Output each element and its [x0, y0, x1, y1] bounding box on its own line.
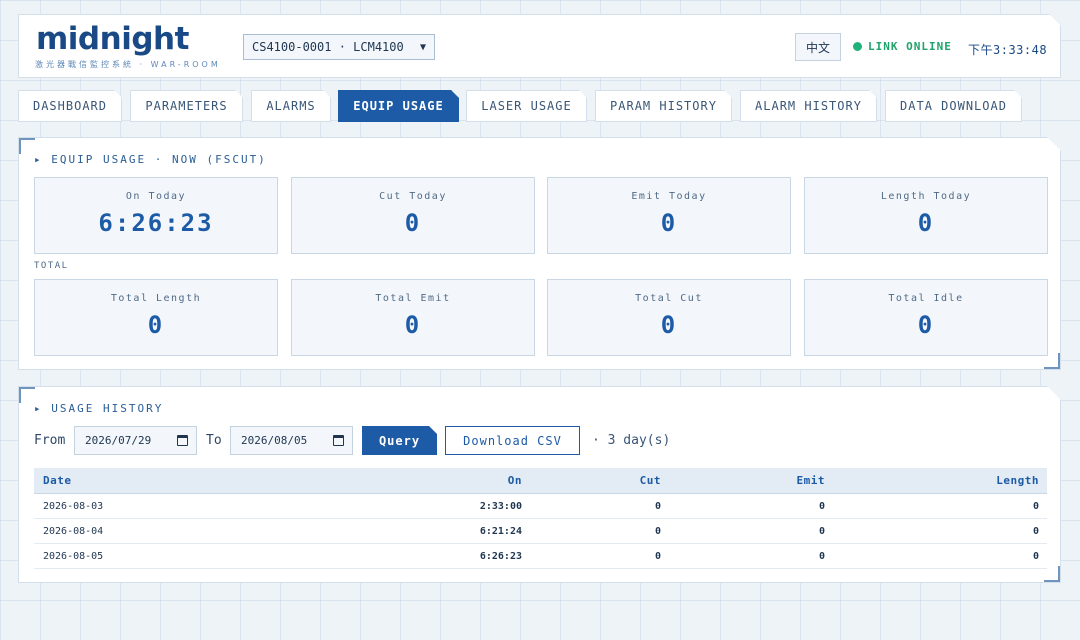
tab-dashboard[interactable]: DASHBOARD: [18, 90, 122, 122]
cell-emit: 0: [818, 500, 825, 512]
card-value: 0: [917, 209, 935, 237]
card-label: Total Cut: [635, 293, 703, 304]
app-subtitle: 激光器戰信監控系統 · WAR-ROOM: [35, 60, 221, 69]
cell-date: 2026-08-04: [43, 525, 104, 537]
cell-cut: 0: [654, 500, 661, 512]
app-header: midnight 激光器戰信監控系統 · WAR-ROOM CS4100-000…: [18, 14, 1061, 78]
query-button[interactable]: Query: [362, 426, 437, 455]
card-value: 0: [147, 311, 165, 339]
column-header-on: On: [507, 474, 522, 487]
tab-param-history[interactable]: PARAM HISTORY: [595, 90, 732, 122]
tab-parameters[interactable]: PARAMETERS: [130, 90, 243, 122]
card-total-cut: Total Cut 0: [547, 279, 791, 356]
card-label: Total Emit: [375, 293, 451, 304]
card-label: Total Idle: [888, 293, 964, 304]
usage-history-table: Date On Cut Emit Length 2026-08-03 2:33:…: [34, 468, 1047, 569]
clock: 下午3:33:48: [968, 43, 1048, 57]
calendar-icon[interactable]: [177, 435, 188, 446]
table-header: Date On Cut Emit Length: [34, 468, 1047, 494]
to-date-input[interactable]: 2026/08/05: [230, 426, 353, 455]
card-label: Cut Today: [379, 191, 447, 202]
panel-corner: [19, 387, 35, 403]
card-on-today: On Today 6:26:23: [34, 177, 278, 254]
tab-laser-usage[interactable]: LASER USAGE: [466, 90, 587, 122]
cell-emit: 0: [818, 550, 825, 562]
card-value: 0: [660, 209, 678, 237]
cell-on: 2:33:00: [479, 500, 522, 512]
panel-corner: [19, 138, 35, 154]
from-date-value: 2026/07/29: [85, 434, 152, 447]
card-total-idle: Total Idle 0: [804, 279, 1048, 356]
tab-alarm-history[interactable]: ALARM HISTORY: [740, 90, 877, 122]
cell-length: 0: [1032, 550, 1039, 562]
card-value: 0: [660, 311, 678, 339]
cell-on: 6:21:24: [479, 525, 522, 537]
usage-now-panel: ▸ EQUIP USAGE · NOW (FSCUT) On Today 6:2…: [18, 137, 1061, 370]
column-header-cut: Cut: [639, 474, 661, 487]
card-total-length: Total Length 0: [34, 279, 278, 356]
card-total-emit: Total Emit 0: [291, 279, 535, 356]
tab-data-download[interactable]: DATA DOWNLOAD: [885, 90, 1022, 122]
to-label: To: [206, 433, 222, 448]
cell-length: 0: [1032, 500, 1039, 512]
card-cut-today: Cut Today 0: [291, 177, 535, 254]
card-label: Length Today: [880, 191, 972, 202]
cell-cut: 0: [654, 550, 661, 562]
card-value: 0: [917, 311, 935, 339]
from-label: From: [34, 433, 66, 448]
column-header-date: Date: [43, 474, 72, 487]
link-status: LINK ONLINE: [853, 40, 952, 53]
card-value: 6:26:23: [98, 209, 214, 237]
cell-date: 2026-08-03: [43, 500, 104, 512]
card-emit-today: Emit Today 0: [547, 177, 791, 254]
cell-length: 0: [1032, 525, 1039, 537]
day-count: · 3 day(s): [592, 433, 671, 448]
language-button[interactable]: 中文: [795, 33, 841, 61]
cell-on: 6:26:23: [479, 550, 522, 562]
chevron-down-icon: ▼: [419, 41, 426, 53]
table-row: 2026-08-03 2:33:00 0 0 0: [34, 494, 1047, 519]
link-status-text: LINK ONLINE: [868, 40, 952, 53]
device-select[interactable]: CS4100-0001 · LCM4100 ▼: [243, 34, 435, 60]
calendar-icon[interactable]: [333, 435, 344, 446]
cell-cut: 0: [654, 525, 661, 537]
card-label: Total Length: [110, 293, 202, 304]
tab-alarms[interactable]: ALARMS: [251, 90, 331, 122]
card-value: 0: [404, 311, 422, 339]
usage-history-title: ▸ USAGE HISTORY: [34, 402, 164, 415]
column-header-length: Length: [996, 474, 1039, 487]
usage-history-panel: ▸ USAGE HISTORY From 2026/07/29 To 2026/…: [18, 386, 1061, 583]
card-label: Emit Today: [631, 191, 707, 202]
tab-equip-usage[interactable]: EQUIP USAGE: [338, 90, 459, 122]
online-dot-icon: [853, 42, 862, 51]
download-csv-button[interactable]: Download CSV: [445, 426, 580, 455]
app-logo: midnight: [36, 21, 189, 57]
column-header-emit: Emit: [796, 474, 825, 487]
usage-now-title: ▸ EQUIP USAGE · NOW (FSCUT): [34, 153, 267, 166]
table-row: 2026-08-04 6:21:24 0 0 0: [34, 519, 1047, 544]
card-value: 0: [404, 209, 422, 237]
card-length-today: Length Today 0: [804, 177, 1048, 254]
from-date-input[interactable]: 2026/07/29: [74, 426, 197, 455]
table-row: 2026-08-05 6:26:23 0 0 0: [34, 544, 1047, 569]
cell-date: 2026-08-05: [43, 550, 104, 562]
to-date-value: 2026/08/05: [241, 434, 308, 447]
device-select-value: CS4100-0001 · LCM4100: [252, 40, 404, 54]
total-section-label: TOTAL: [34, 261, 69, 271]
cell-emit: 0: [818, 525, 825, 537]
card-label: On Today: [125, 191, 187, 202]
